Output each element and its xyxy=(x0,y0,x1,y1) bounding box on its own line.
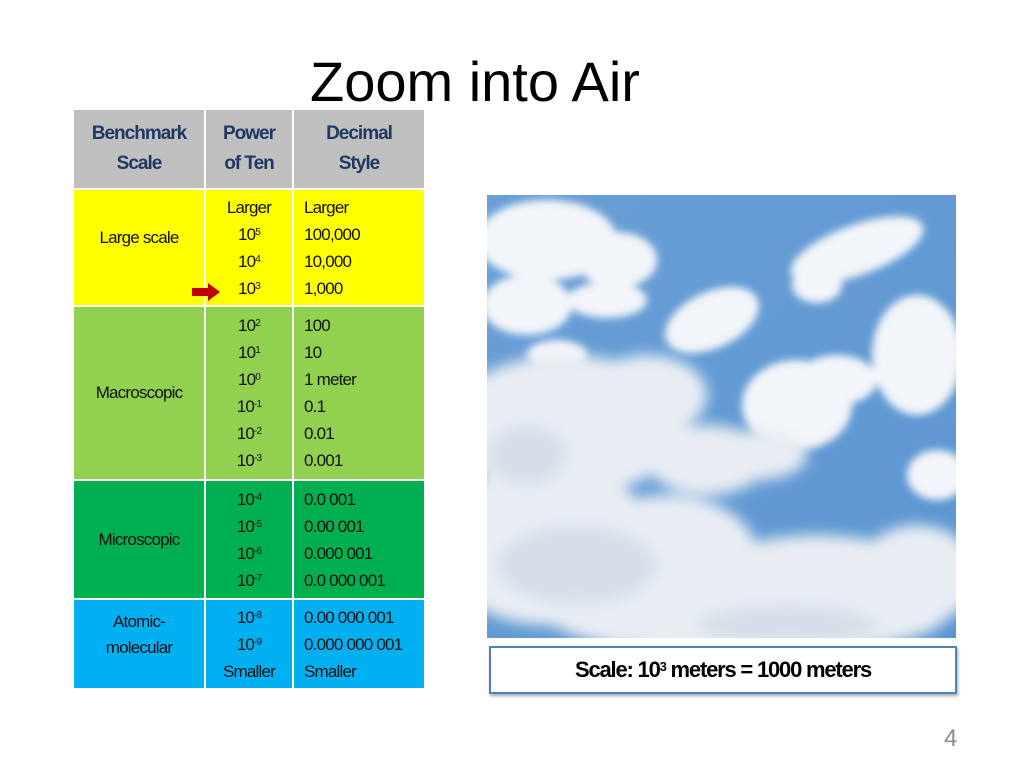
decimal-cell: 100 10 1 meter 0.1 0.01 0.001 xyxy=(292,305,426,481)
decimal-value: 0.00 001 xyxy=(304,516,365,536)
scale-label-cell: Macroscopic xyxy=(72,305,206,481)
power-of-ten-value: 104 xyxy=(237,251,261,271)
decimal-value: 0.0 001 xyxy=(304,489,356,509)
decimal-value: 0.001 xyxy=(304,451,343,470)
power-cell: 10-4 10-5 10-6 10-7 xyxy=(204,479,294,600)
power-of-ten-value: 10-3 xyxy=(236,451,262,470)
right-arrow-icon xyxy=(192,283,220,301)
scale-caption: Scale: 10 3 meters = 1000 meters xyxy=(489,646,957,694)
decimal-cell: 0.0 001 0.00 001 0.000 001 0.0 000 001 xyxy=(292,479,426,600)
power-cell: 102 101 100 10-1 10-2 10-3 xyxy=(204,305,294,481)
table-row-atomic-molecular: Atomic- molecular 10-8 10-9 Smaller 0.00 0… xyxy=(72,598,426,690)
table-row-macroscopic: Macroscopic 102 101 100 10-1 10-2 10-3 100 10 1… xyxy=(72,305,426,481)
header-decimal-style: Decimal Style xyxy=(292,108,426,190)
scale-table: Benchmark Scale Power of Ten Decimal Sty… xyxy=(72,108,426,690)
scale-label-cell: Atomic- molecular xyxy=(72,598,206,690)
table-header-row: Benchmark Scale Power of Ten Decimal Sty… xyxy=(72,108,426,190)
decimal-value: 1,000 xyxy=(304,278,343,298)
header-power-of-ten: Power of Ten xyxy=(204,108,294,190)
power-of-ten-value: 10-1 xyxy=(236,397,262,416)
scale-label-cell: Large scale xyxy=(72,188,206,307)
decimal-value: 0.1 xyxy=(304,397,326,416)
page-number: 4 xyxy=(944,725,958,752)
power-of-ten-value: Larger xyxy=(226,197,272,217)
decimal-value: 0.01 xyxy=(304,424,335,443)
decimal-value: 100,000 xyxy=(304,224,361,244)
table-row-large-scale: Large scale Larger 105 104 103 Larger 100,00… xyxy=(72,188,426,307)
table-row-microscopic: Microscopic 10-4 10-5 10-6 10-7 0.0 001 0.00… xyxy=(72,479,426,600)
decimal-cell: 0.00 000 001 0.000 000 001 Smaller xyxy=(292,598,426,690)
decimal-value: 0.00 000 001 xyxy=(304,607,394,627)
decimal-value: 0.000 001 xyxy=(304,543,373,563)
decimal-cell: Larger 100,000 10,000 1,000 xyxy=(292,188,426,307)
header-benchmark-scale: Benchmark Scale xyxy=(72,108,206,190)
power-of-ten-value: 10-4 xyxy=(236,489,262,509)
decimal-value: Smaller xyxy=(304,661,357,681)
power-of-ten-value: 105 xyxy=(237,224,261,244)
decimal-value: 0.0 000 001 xyxy=(304,570,386,590)
decimal-value: 1 meter xyxy=(304,370,357,389)
power-of-ten-value: 10-2 xyxy=(236,424,262,443)
scale-label-cell: Microscopic xyxy=(72,479,206,600)
power-of-ten-value: Smaller xyxy=(222,661,276,681)
power-of-ten-value: 100 xyxy=(237,370,261,389)
decimal-value: 100 xyxy=(304,316,331,335)
clouds-illustration xyxy=(487,195,956,638)
slide-title: Zoom into Air xyxy=(310,50,640,113)
power-of-ten-value: 10-5 xyxy=(236,516,262,536)
power-of-ten-value: 101 xyxy=(237,343,261,362)
sky-clouds-image xyxy=(487,195,956,638)
power-of-ten-value: 102 xyxy=(237,316,261,335)
decimal-value: 10 xyxy=(304,343,322,362)
power-cell: 10-8 10-9 Smaller xyxy=(204,598,294,690)
decimal-value: 0.000 000 001 xyxy=(304,634,403,654)
power-of-ten-value: 10-9 xyxy=(236,634,262,654)
power-of-ten-value: 10-8 xyxy=(236,607,262,627)
decimal-value: 10,000 xyxy=(304,251,352,271)
power-of-ten-value: 10-7 xyxy=(236,570,262,590)
power-of-ten-value: 10-6 xyxy=(236,543,262,563)
decimal-value: Larger xyxy=(304,197,349,217)
